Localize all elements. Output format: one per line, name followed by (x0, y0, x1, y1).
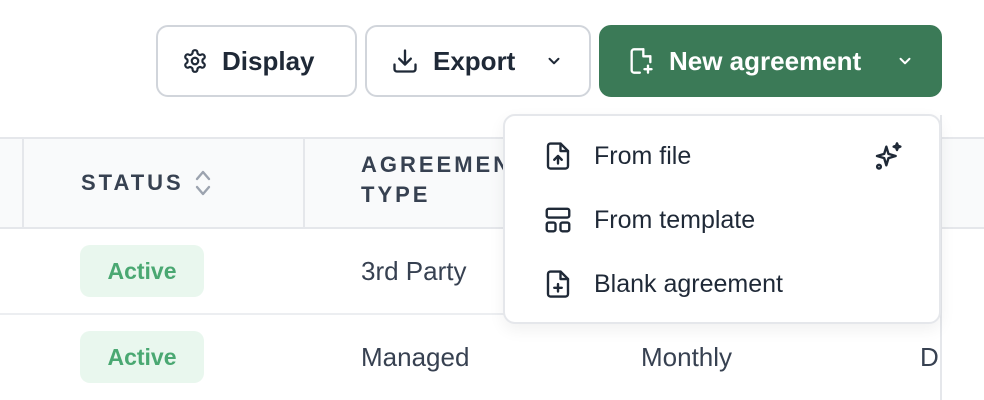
status-badge: Active (80, 331, 204, 383)
column-header-agreement-type-line1: AGREEMENT (361, 152, 511, 177)
chevron-down-icon (896, 52, 914, 70)
chevron-down-icon (545, 52, 563, 70)
column-header-agreement-type-line2: TYPE (361, 182, 431, 207)
status-badge: Active (80, 245, 204, 297)
column-divider (22, 139, 24, 227)
agreement-type-cell: Managed (361, 342, 470, 372)
agreement-type-cell: 3rd Party (361, 256, 467, 286)
menu-item-label: Blank agreement (594, 269, 784, 298)
column-header-status-label: STATUS (81, 170, 184, 195)
download-icon (391, 47, 419, 75)
template-layout-icon (543, 205, 573, 235)
file-plus-icon (627, 46, 655, 76)
gear-icon (182, 48, 208, 74)
column-divider (303, 139, 305, 227)
menu-item-blank-agreement[interactable]: Blank agreement (505, 252, 939, 316)
frequency-cell: Monthly (641, 342, 733, 372)
file-plus-icon (543, 268, 573, 300)
export-button[interactable]: Export (365, 25, 591, 97)
new-agreement-button[interactable]: New agreement (599, 25, 942, 97)
display-button-label: Display (222, 45, 315, 76)
column-header-agreement-type[interactable]: AGREEMENT TYPE (361, 150, 511, 210)
menu-item-label: From file (594, 141, 692, 170)
export-button-label: Export (433, 45, 516, 76)
column-header-status[interactable]: STATUS (81, 168, 212, 198)
sparkles-icon (873, 140, 905, 172)
display-button[interactable]: Display (156, 25, 357, 97)
new-agreement-button-label: New agreement (669, 45, 862, 76)
file-upload-icon (543, 140, 573, 172)
menu-item-from-template[interactable]: From template (505, 188, 939, 252)
page: STATUS AGREEMENT TYPE Active 3rd Party A… (0, 0, 984, 400)
truncated-cell: D (920, 342, 939, 372)
menu-item-from-file[interactable]: From file (505, 124, 939, 188)
menu-item-label: From template (594, 205, 756, 234)
new-agreement-menu: From file From template Blank agreement (503, 114, 941, 324)
sort-icon[interactable] (194, 169, 212, 197)
